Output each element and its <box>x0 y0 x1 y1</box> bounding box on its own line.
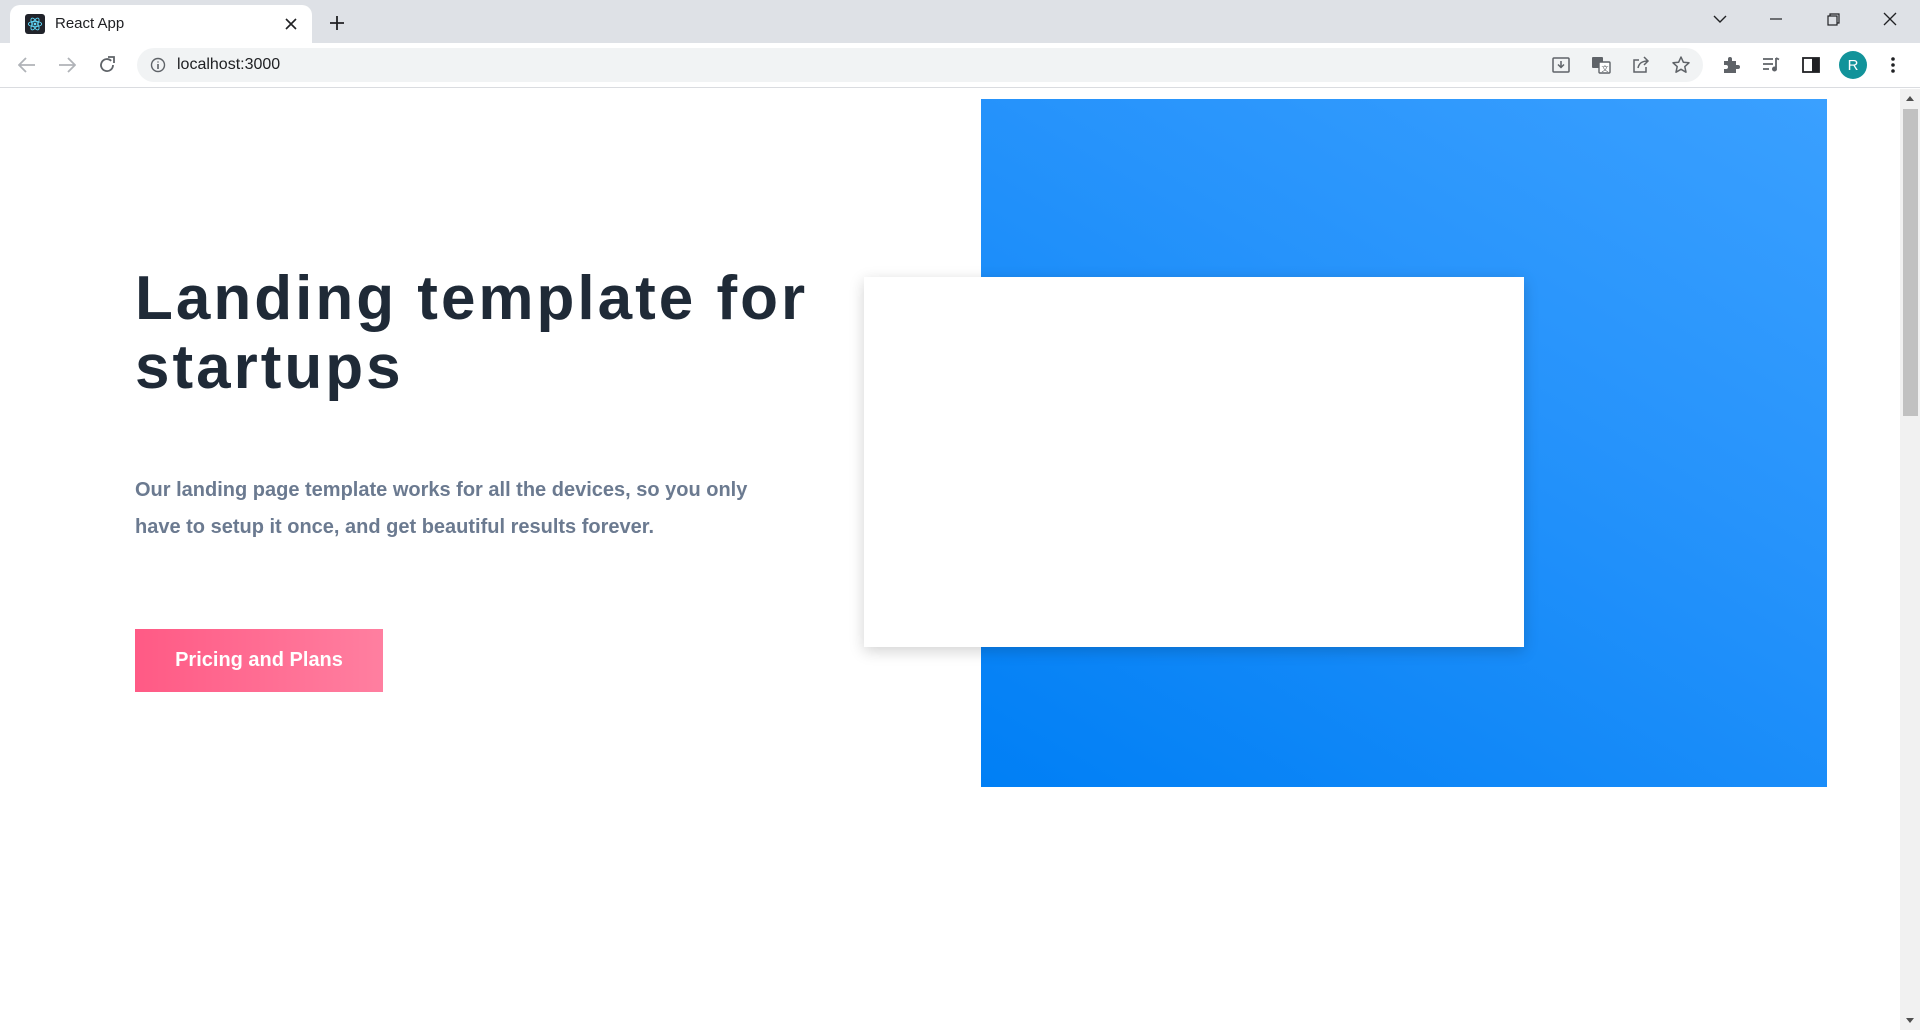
page-scrollbar[interactable] <box>1900 89 1920 1030</box>
react-logo-icon <box>25 14 45 34</box>
scroll-down-arrow-icon[interactable] <box>1905 1015 1915 1025</box>
browser-tab[interactable]: React App <box>10 5 312 43</box>
reload-icon[interactable] <box>91 49 123 81</box>
close-window-icon[interactable] <box>1862 0 1918 38</box>
media-queue-icon[interactable] <box>1759 53 1783 77</box>
address-bar[interactable]: localhost:3000 文 <box>137 48 1703 82</box>
forward-icon[interactable] <box>51 49 83 81</box>
pricing-and-plans-button[interactable]: Pricing and Plans <box>135 629 383 692</box>
url-text: localhost:3000 <box>177 56 281 73</box>
scroll-up-arrow-icon[interactable] <box>1905 93 1915 103</box>
translate-icon[interactable]: 文 <box>1589 53 1613 77</box>
bookmark-star-icon[interactable] <box>1669 53 1693 77</box>
hero-title: Landing template for startups <box>135 264 809 402</box>
profile-avatar[interactable]: R <box>1839 51 1867 79</box>
tab-strip: React App <box>0 0 1920 43</box>
tab-search-chevron-icon[interactable] <box>1692 0 1748 38</box>
close-tab-icon[interactable] <box>280 13 302 35</box>
minimize-icon[interactable] <box>1748 0 1804 38</box>
restore-icon[interactable] <box>1805 0 1861 38</box>
back-icon[interactable] <box>11 49 43 81</box>
share-icon[interactable] <box>1629 53 1653 77</box>
install-app-icon[interactable] <box>1549 53 1573 77</box>
extensions-puzzle-icon[interactable] <box>1719 53 1743 77</box>
hero-illustration-card <box>864 277 1524 647</box>
browser-toolbar: localhost:3000 文 R <box>0 43 1920 88</box>
new-tab-icon[interactable] <box>323 9 351 37</box>
hero-subtitle: Our landing page template works for all … <box>135 479 748 538</box>
svg-text:文: 文 <box>1602 64 1609 73</box>
scrollbar-thumb[interactable] <box>1903 109 1918 416</box>
side-panel-icon[interactable] <box>1799 53 1823 77</box>
menu-kebab-icon[interactable] <box>1881 53 1905 77</box>
site-info-icon[interactable] <box>149 56 167 74</box>
tab-title: React App <box>55 15 125 32</box>
page-viewport: Landing template for startups Our landin… <box>0 89 1900 1030</box>
